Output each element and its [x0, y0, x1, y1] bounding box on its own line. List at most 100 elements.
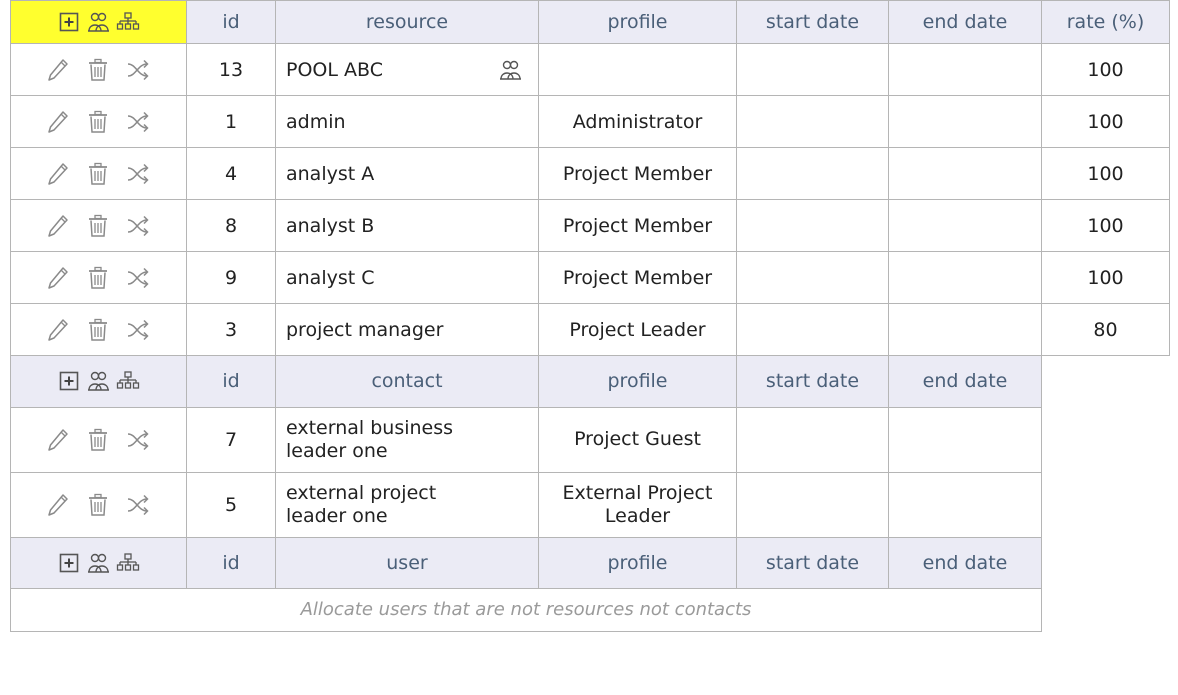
resource-row[interactable]: 4 analyst A Project Member 100: [10, 147, 1170, 200]
column-header-profile[interactable]: profile: [538, 355, 737, 408]
add-box-icon[interactable]: [58, 552, 80, 574]
profile-line1: Project Guest: [574, 428, 701, 450]
cell-end-date: [888, 303, 1042, 356]
trash-icon[interactable]: [86, 109, 110, 135]
column-header-id[interactable]: id: [186, 355, 276, 408]
cell-end-date: [888, 406, 1042, 473]
cell-id: 9: [186, 251, 276, 304]
resource-name: analyst C: [286, 266, 375, 289]
cell-profile: Administrator: [538, 95, 737, 148]
shuffle-icon[interactable]: [126, 109, 152, 135]
cell-profile: External Project Leader: [538, 471, 737, 538]
add-box-icon[interactable]: [58, 11, 80, 33]
shuffle-icon[interactable]: [126, 57, 152, 83]
column-header-start-date[interactable]: start date: [736, 355, 889, 408]
pencil-icon[interactable]: [46, 161, 70, 187]
column-header-id[interactable]: id: [186, 536, 276, 589]
row-actions: [10, 147, 187, 200]
users-empty-row: Allocate users that are not resources no…: [10, 587, 1170, 632]
column-header-end-date[interactable]: end date: [888, 536, 1042, 589]
cell-id: 1: [186, 95, 276, 148]
contact-row[interactable]: 5 external project leader one External Proj…: [10, 471, 1170, 538]
org-chart-icon[interactable]: [116, 11, 140, 33]
resource-name: project manager: [286, 318, 444, 341]
trash-icon[interactable]: [86, 57, 110, 83]
cell-resource: analyst C: [275, 251, 539, 304]
trash-icon[interactable]: [86, 492, 110, 518]
pencil-icon[interactable]: [46, 317, 70, 343]
column-header-start-date[interactable]: start date: [736, 536, 889, 589]
allocation-grid: id resource profile start date end date rate …: [10, 0, 1170, 632]
shuffle-icon[interactable]: [126, 427, 152, 453]
cell-rate: 100: [1041, 251, 1170, 304]
column-header-rate[interactable]: rate (%): [1041, 0, 1170, 44]
trash-icon[interactable]: [86, 265, 110, 291]
resource-name: analyst A: [286, 162, 375, 185]
resource-row[interactable]: 13 POOL ABC 100: [10, 43, 1170, 96]
cell-rate: 100: [1041, 147, 1170, 200]
row-actions: [10, 199, 187, 252]
column-header-profile[interactable]: profile: [538, 536, 737, 589]
cell-start-date: [736, 199, 889, 252]
cell-start-date: [736, 147, 889, 200]
pool-users-icon[interactable]: [86, 370, 110, 392]
trash-icon[interactable]: [86, 213, 110, 239]
column-header-end-date[interactable]: end date: [888, 355, 1042, 408]
cell-end-date: [888, 199, 1042, 252]
row-actions: [10, 95, 187, 148]
cell-resource: POOL ABC: [275, 43, 539, 96]
pencil-icon[interactable]: [46, 427, 70, 453]
shuffle-icon[interactable]: [126, 161, 152, 187]
shuffle-icon[interactable]: [126, 213, 152, 239]
contact-row[interactable]: 7 external business leader one Project Gues…: [10, 406, 1170, 473]
cell-end-date: [888, 95, 1042, 148]
blank-cell: [1041, 472, 1170, 537]
shuffle-icon[interactable]: [126, 265, 152, 291]
pencil-icon[interactable]: [46, 213, 70, 239]
trash-icon[interactable]: [86, 317, 110, 343]
pencil-icon[interactable]: [46, 492, 70, 518]
pool-users-icon[interactable]: [86, 11, 110, 33]
cell-end-date: [888, 471, 1042, 538]
column-header-start-date[interactable]: start date: [736, 0, 889, 44]
resource-row[interactable]: 3 project manager Project Leader 80: [10, 303, 1170, 356]
cell-resource: project manager: [275, 303, 539, 356]
column-header-id[interactable]: id: [186, 0, 276, 44]
blank-cell: [1041, 537, 1170, 588]
resources-header-row: id resource profile start date end date rate …: [10, 0, 1170, 44]
resource-row[interactable]: 9 analyst C Project Member 100: [10, 251, 1170, 304]
cell-contact: external business leader one: [275, 406, 539, 473]
profile-line1: External Project: [562, 481, 713, 504]
pencil-icon[interactable]: [46, 57, 70, 83]
column-header-end-date[interactable]: end date: [888, 0, 1042, 44]
resource-row[interactable]: 1 admin Administrator 100: [10, 95, 1170, 148]
cell-end-date: [888, 251, 1042, 304]
contacts-header-actions: [10, 355, 187, 408]
org-chart-icon[interactable]: [116, 552, 140, 574]
trash-icon[interactable]: [86, 427, 110, 453]
shuffle-icon[interactable]: [126, 317, 152, 343]
pencil-icon[interactable]: [46, 265, 70, 291]
cell-resource: analyst B: [275, 199, 539, 252]
trash-icon[interactable]: [86, 161, 110, 187]
pool-users-icon[interactable]: [86, 552, 110, 574]
cell-profile: [538, 43, 737, 96]
resource-row[interactable]: 8 analyst B Project Member 100: [10, 199, 1170, 252]
column-header-name[interactable]: resource: [275, 0, 539, 44]
org-chart-icon[interactable]: [116, 370, 140, 392]
pencil-icon[interactable]: [46, 109, 70, 135]
cell-end-date: [888, 43, 1042, 96]
shuffle-icon[interactable]: [126, 492, 152, 518]
cell-profile: Project Guest: [538, 406, 737, 473]
cell-contact: external project leader one: [275, 471, 539, 538]
add-box-icon[interactable]: [58, 370, 80, 392]
profile-line2: Leader: [604, 504, 671, 527]
column-header-name[interactable]: user: [275, 536, 539, 589]
contacts-header-row: id contact profile start date end date: [10, 355, 1170, 408]
column-header-name[interactable]: contact: [275, 355, 539, 408]
column-header-profile[interactable]: profile: [538, 0, 737, 44]
cell-resource: admin: [275, 95, 539, 148]
blank-cell: [1041, 407, 1170, 472]
row-actions: [10, 471, 187, 538]
cell-id: 7: [186, 406, 276, 473]
